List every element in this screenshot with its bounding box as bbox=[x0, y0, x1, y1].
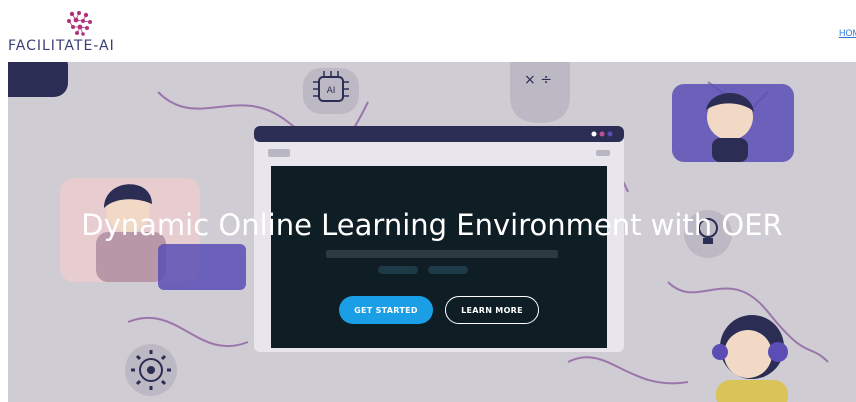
math-symbols-icon: × ÷ bbox=[510, 62, 570, 123]
svg-text:× ÷: × ÷ bbox=[524, 72, 552, 88]
site-header: FACILITATE-AI HOM bbox=[0, 0, 856, 62]
nav-link-home[interactable]: HOM bbox=[839, 28, 856, 38]
svg-text:AI: AI bbox=[327, 86, 336, 96]
avatar-card-right bbox=[672, 84, 794, 162]
hero-title: Dynamic Online Learning Environment with… bbox=[81, 208, 783, 242]
ai-chip-icon: AI bbox=[303, 68, 359, 114]
decor-panel bbox=[8, 62, 68, 97]
get-started-button[interactable]: GET STARTED bbox=[339, 296, 433, 324]
avatar-girl bbox=[712, 315, 788, 402]
logo[interactable]: FACILITATE-AI bbox=[8, 10, 118, 58]
gear-icon bbox=[125, 344, 177, 396]
hero-banner: AI × ÷ Dynamic Online Learning Environme… bbox=[8, 62, 856, 402]
learn-more-button[interactable]: LEARN MORE bbox=[445, 296, 539, 324]
logo-mark-icon bbox=[67, 11, 92, 36]
logo-text: FACILITATE-AI bbox=[8, 38, 115, 54]
